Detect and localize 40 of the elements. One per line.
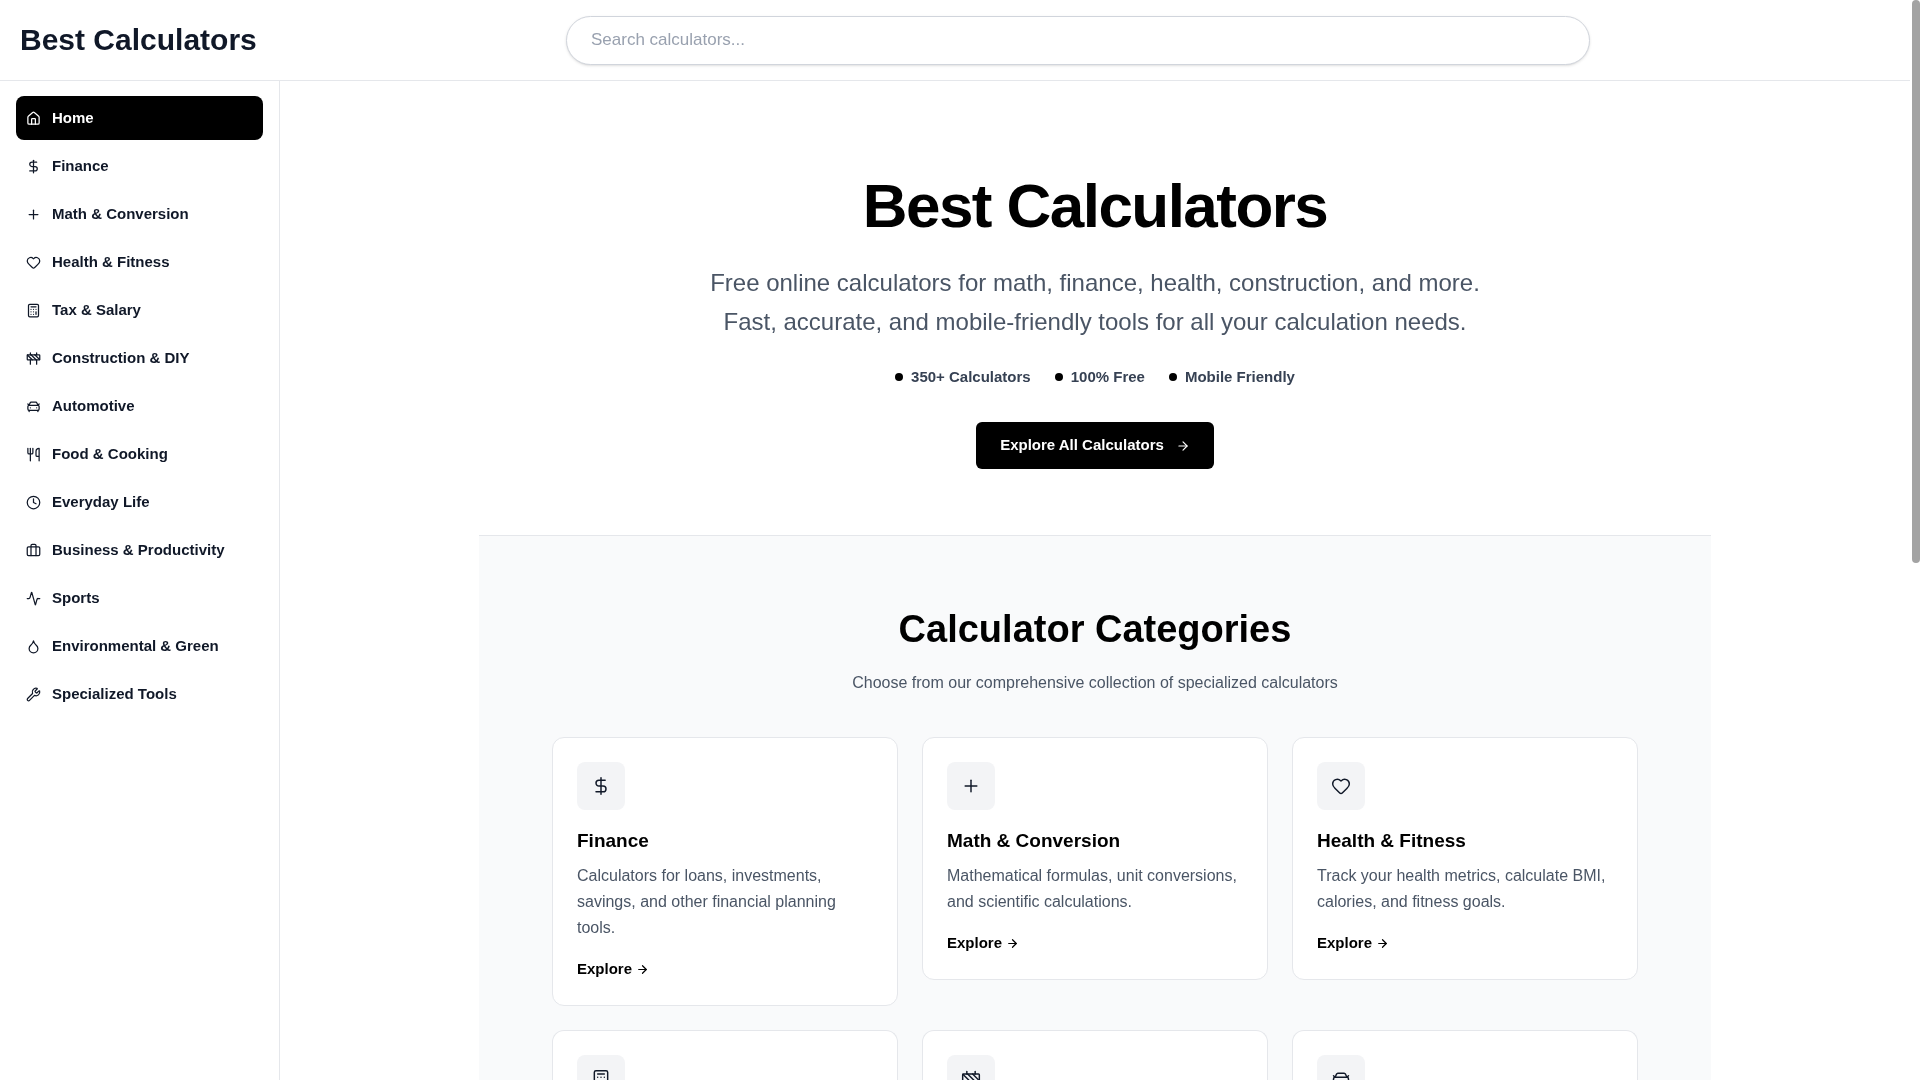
explore-link[interactable]: Explore xyxy=(947,931,1020,955)
card-title: Health & Fitness xyxy=(1317,829,1466,853)
hero-title: Best Calculators xyxy=(862,175,1328,237)
explore-link[interactable]: Explore xyxy=(577,957,650,981)
pulse-icon xyxy=(26,590,41,606)
droplet-icon xyxy=(26,638,41,654)
card-description: Mathematical formulas, unit conversions, and scientific calculations. xyxy=(947,866,1238,912)
arrow-right-icon xyxy=(1175,438,1190,453)
card-description: Track your health metrics, calculate BMI, calories, and fitness goals. xyxy=(1317,866,1607,912)
scrollbar-thumb[interactable] xyxy=(1912,0,1920,563)
search-field[interactable]: Search calculators... xyxy=(566,15,1590,65)
site-title[interactable]: Best Calculators xyxy=(20,23,257,56)
dollar-icon xyxy=(26,158,41,174)
heart-icon xyxy=(26,254,41,270)
plus-icon xyxy=(947,762,995,810)
explore-link[interactable]: Explore xyxy=(1317,931,1390,955)
utensils-icon xyxy=(26,446,41,462)
arrow-right-icon xyxy=(1376,936,1390,950)
dollar-icon xyxy=(577,762,625,810)
briefcase-icon xyxy=(26,542,41,558)
plus-icon xyxy=(26,206,41,222)
card-description: Calculators for loans, investments, savings, and other financial planning tools. xyxy=(577,866,837,938)
arrow-right-icon xyxy=(636,962,650,976)
highlight-text: 100% Free xyxy=(1070,367,1145,387)
section-subtitle: Choose from our comprehensive collection of specialized calculators xyxy=(851,673,1339,693)
house-icon xyxy=(26,110,41,126)
clock-icon xyxy=(26,494,41,510)
explore-all-button[interactable]: Explore All Calculators xyxy=(976,422,1214,469)
calculator-icon xyxy=(26,302,41,318)
car-icon xyxy=(26,398,41,414)
arrow-right-icon xyxy=(1006,936,1020,950)
wrench-icon xyxy=(26,686,41,702)
hero-subtitle: Free online calculators for math, finance, health, construction, and more. Fast, accurate, and mobile-friendly tools for all your calculation needs. xyxy=(709,268,1481,337)
section-title: Calculator Categories xyxy=(897,607,1293,652)
highlight-text: 350+ Calculators xyxy=(911,367,1031,387)
sidebar-item[interactable]: Home xyxy=(16,96,263,140)
highlight-text: Mobile Friendly xyxy=(1184,367,1295,387)
card-title: Math & Conversion xyxy=(947,829,1121,853)
barrier-icon xyxy=(26,350,41,366)
card-title: Finance xyxy=(577,829,649,853)
